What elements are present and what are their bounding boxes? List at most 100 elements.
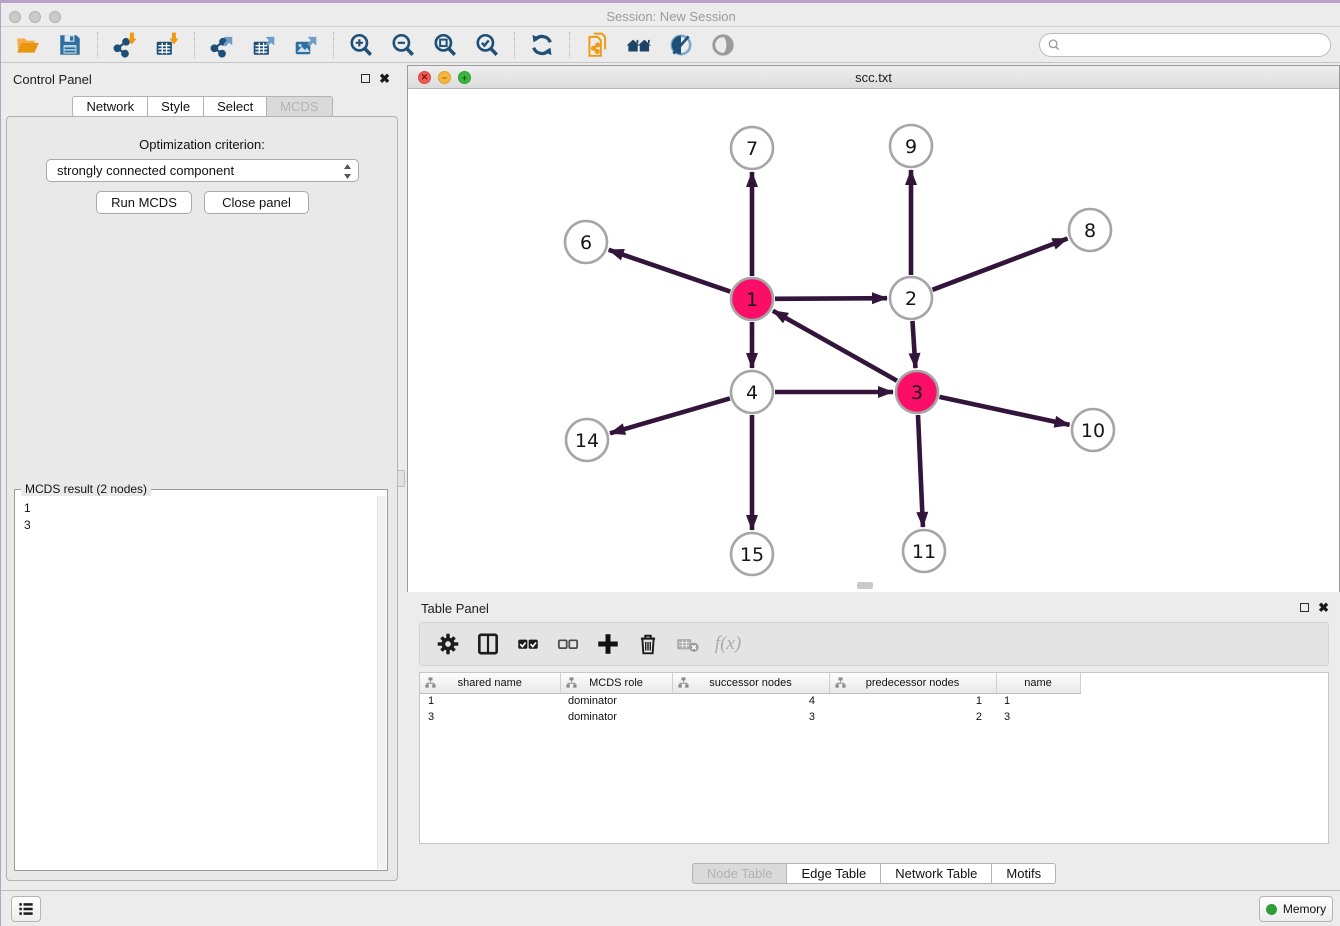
toolbar-separator <box>514 32 515 58</box>
export-network-button[interactable] <box>206 29 238 61</box>
open-session-button[interactable] <box>12 29 44 61</box>
main-toolbar <box>1 27 1340 63</box>
graph-edge-3-11[interactable] <box>918 415 923 527</box>
table-cell-shared-name[interactable]: 3 <box>420 709 560 725</box>
tab-style[interactable]: Style <box>148 96 204 117</box>
search-input[interactable] <box>1061 35 1330 55</box>
hierarchy-icon <box>425 677 436 688</box>
tab-edge-table[interactable]: Edge Table <box>787 863 881 884</box>
graph-node-10[interactable]: 10 <box>1072 409 1114 451</box>
control-panel-tabs: NetworkStyleSelectMCDS <box>1 96 404 117</box>
import-table-button[interactable] <box>151 29 183 61</box>
graph-node-4[interactable]: 4 <box>731 371 773 413</box>
deselect-all-columns-button[interactable] <box>552 628 584 660</box>
graph-edge-3-1[interactable] <box>773 311 897 381</box>
tab-node-table[interactable]: Node Table <box>692 863 788 884</box>
float-table-panel-icon[interactable] <box>1300 603 1309 612</box>
delete-table-button[interactable] <box>672 628 704 660</box>
toolbar-separator <box>333 32 334 58</box>
import-network-button[interactable] <box>109 29 141 61</box>
graph-node-6[interactable]: 6 <box>565 221 607 263</box>
delete-column-button[interactable] <box>632 628 664 660</box>
column-header-predecessor-nodes[interactable]: predecessor nodes <box>829 673 996 693</box>
table-cell-shared-name[interactable]: 1 <box>420 693 560 709</box>
panel-splitter-handle[interactable] <box>397 470 405 487</box>
network-hscrollbar-thumb[interactable] <box>857 582 873 589</box>
column-header-successor-nodes[interactable]: successor nodes <box>672 673 829 693</box>
float-panel-icon[interactable] <box>361 74 370 83</box>
graph-node-label: 2 <box>905 288 917 310</box>
export-table-button[interactable] <box>248 29 280 61</box>
zoom-out-button[interactable] <box>387 29 419 61</box>
graph-node-15[interactable]: 15 <box>731 533 773 575</box>
close-table-panel-icon[interactable]: ✖ <box>1318 602 1329 613</box>
graph-edge-1-6[interactable] <box>609 250 731 292</box>
zoom-fit-button[interactable] <box>429 29 461 61</box>
birds-eye-view-button[interactable] <box>707 29 739 61</box>
column-header-name[interactable]: name <box>996 673 1080 693</box>
table-row[interactable]: 3dominator323 <box>420 709 1080 725</box>
graph-node-7[interactable]: 7 <box>731 127 773 169</box>
graph-edge-1-2[interactable] <box>775 298 887 299</box>
table-cell-name[interactable]: 1 <box>996 693 1080 709</box>
toolbar-separator <box>194 32 195 58</box>
search-field[interactable] <box>1039 33 1331 57</box>
column-header-label: MCDS role <box>561 677 672 689</box>
column-header-shared-name[interactable]: shared name <box>420 673 560 693</box>
graph-node-1[interactable]: 1 <box>731 278 773 320</box>
memory-button[interactable]: Memory <box>1259 896 1333 922</box>
mcds-result-title: MCDS result (2 nodes) <box>21 482 151 496</box>
task-history-button[interactable] <box>11 896 41 922</box>
export-image-button[interactable] <box>290 29 322 61</box>
tab-network[interactable]: Network <box>72 96 148 117</box>
select-all-columns-button[interactable] <box>512 628 544 660</box>
network-canvas[interactable]: 7 9 6 8 1 2 4 3 14 10 15 11 <box>408 90 1339 592</box>
apply-style-button[interactable] <box>665 29 697 61</box>
graph-node-9[interactable]: 9 <box>890 125 932 167</box>
table-cell-predecessor-nodes[interactable]: 1 <box>829 693 996 709</box>
graph-node-label: 3 <box>911 382 923 404</box>
graph-edge-2-8[interactable] <box>933 239 1068 290</box>
network-from-file-button[interactable] <box>581 29 613 61</box>
close-panel-button[interactable]: Close panel <box>204 191 309 214</box>
tab-motifs[interactable]: Motifs <box>992 863 1056 884</box>
table-cell-predecessor-nodes[interactable]: 2 <box>829 709 996 725</box>
graph-node-label: 10 <box>1081 420 1105 442</box>
close-panel-icon[interactable]: ✖ <box>379 73 390 84</box>
memory-button-label: Memory <box>1283 902 1326 916</box>
graph-edge-3-10[interactable] <box>939 397 1069 425</box>
graph-edge-2-3[interactable] <box>912 321 915 368</box>
graph-node-3[interactable]: 3 <box>896 371 938 413</box>
run-mcds-button[interactable]: Run MCDS <box>96 191 192 214</box>
table-cell-mcds-role[interactable]: dominator <box>560 709 672 725</box>
zoom-in-button[interactable] <box>345 29 377 61</box>
add-column-button[interactable] <box>592 628 624 660</box>
table-settings-button[interactable] <box>432 628 464 660</box>
graph-node-8[interactable]: 8 <box>1069 209 1111 251</box>
graph-node-2[interactable]: 2 <box>890 277 932 319</box>
table-cell-successor-nodes[interactable]: 4 <box>672 693 829 709</box>
function-builder-button[interactable]: f(x) <box>712 628 744 660</box>
network-window-title: scc.txt <box>408 70 1339 85</box>
graph-node-label: 15 <box>740 544 764 566</box>
tab-select[interactable]: Select <box>204 96 267 117</box>
column-header-mcds-role[interactable]: MCDS role <box>560 673 672 693</box>
criterion-dropdown[interactable]: strongly connected component <box>46 159 359 182</box>
table-cell-successor-nodes[interactable]: 3 <box>672 709 829 725</box>
graph-edge-4-14[interactable] <box>610 398 730 433</box>
network-window-titlebar[interactable]: ✕ − + scc.txt <box>408 66 1339 89</box>
table-panel-tabs: Node TableEdge TableNetwork TableMotifs <box>407 863 1340 884</box>
tab-network-table[interactable]: Network Table <box>881 863 992 884</box>
show-columns-button[interactable] <box>472 628 504 660</box>
table-cell-mcds-role[interactable]: dominator <box>560 693 672 709</box>
zoom-selected-button[interactable] <box>471 29 503 61</box>
table-cell-name[interactable]: 3 <box>996 709 1080 725</box>
home-button[interactable] <box>623 29 655 61</box>
refresh-button[interactable] <box>526 29 558 61</box>
save-session-button[interactable] <box>54 29 86 61</box>
table-row[interactable]: 1dominator411 <box>420 693 1080 709</box>
graph-node-11[interactable]: 11 <box>903 530 945 572</box>
result-scrollbar[interactable] <box>377 496 386 869</box>
graph-node-14[interactable]: 14 <box>566 419 608 461</box>
tab-mcds[interactable]: MCDS <box>267 96 332 117</box>
